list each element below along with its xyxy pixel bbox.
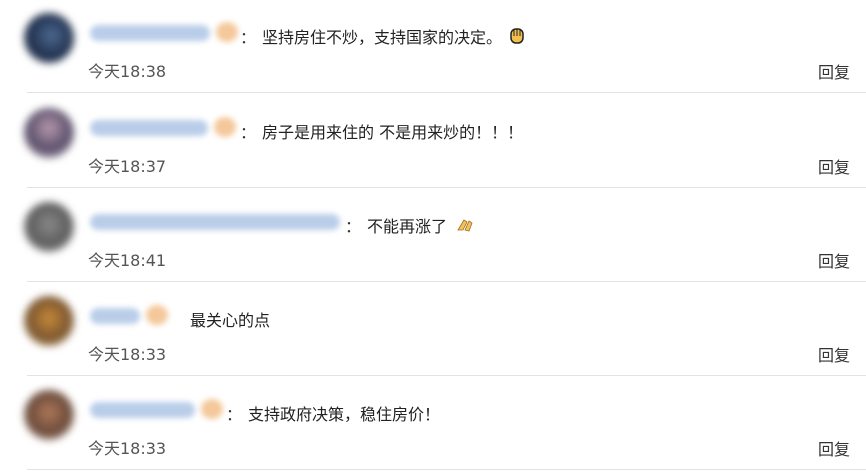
avatar[interactable] [24,202,74,252]
divider [27,187,866,188]
timestamp: 今天18:33 [88,439,167,458]
colon: ： [240,123,257,142]
avatar[interactable] [24,390,74,440]
raised-hand-icon [510,28,524,44]
timestamp: 今天18:41 [88,251,167,270]
comment-feed: ： 坚持房住不炒，支持国家的决定。 今天18:38 回复 ： 房子是用来住的 不… [0,0,866,476]
reply-button[interactable]: 回复 [818,436,850,460]
comment-text-content: 最关心的点 [190,311,271,330]
comment-text: 不能再涨了 [367,213,477,237]
comment-text: 坚持房住不炒，支持国家的决定。 [262,24,526,48]
colon: ： [240,28,257,47]
avatar[interactable] [24,13,74,63]
badge-icon [216,22,238,42]
comment-item: ： 支持政府决策，稳住房价！ 今天18:33 回复 [0,377,866,470]
user-name[interactable] [90,308,140,324]
reply-button[interactable]: 回复 [818,248,850,272]
pinched-fingers-icon [457,219,473,232]
badge-icon [201,399,223,419]
comment-text-content: 支持政府决策，稳住房价！ [248,405,441,424]
avatar[interactable] [24,296,74,346]
colon: ： [345,217,362,236]
reply-button[interactable]: 回复 [818,154,850,178]
comment-item: ： 坚持房住不炒，支持国家的决定。 今天18:38 回复 [0,0,866,93]
badge-icon [214,117,236,137]
divider [27,281,866,282]
comment-text: 最关心的点 [190,307,270,331]
timestamp: 今天18:38 [88,62,167,81]
badge-icon [146,305,168,325]
comment-text: 支持政府决策，稳住房价！ [248,401,440,425]
comment-item: 最关心的点 今天18:33 回复 [0,283,866,376]
comment-text-content: 不能再涨了 [367,217,448,236]
colon: ： [226,405,243,424]
reply-button[interactable]: 回复 [818,342,850,366]
timestamp: 今天18:33 [88,345,167,364]
comment-text-content: 坚持房住不炒，支持国家的决定。 [262,28,503,47]
divider [27,375,866,376]
reply-button[interactable]: 回复 [818,59,850,83]
divider [27,469,866,470]
user-name[interactable] [90,25,210,41]
divider [27,92,866,93]
comment-text: 房子是用来住的 不是用来炒的！！！ [262,119,523,143]
user-name[interactable] [90,214,340,230]
timestamp: 今天18:37 [88,157,167,176]
user-name[interactable] [90,120,208,136]
avatar[interactable] [24,108,74,158]
comment-text-content: 房子是用来住的 不是用来炒的！！！ [262,123,524,142]
user-name[interactable] [90,402,195,418]
comment-item: ： 房子是用来住的 不是用来炒的！！！ 今天18:37 回复 [0,95,866,188]
comment-item: ： 不能再涨了 今天18:41 回复 [0,189,866,282]
